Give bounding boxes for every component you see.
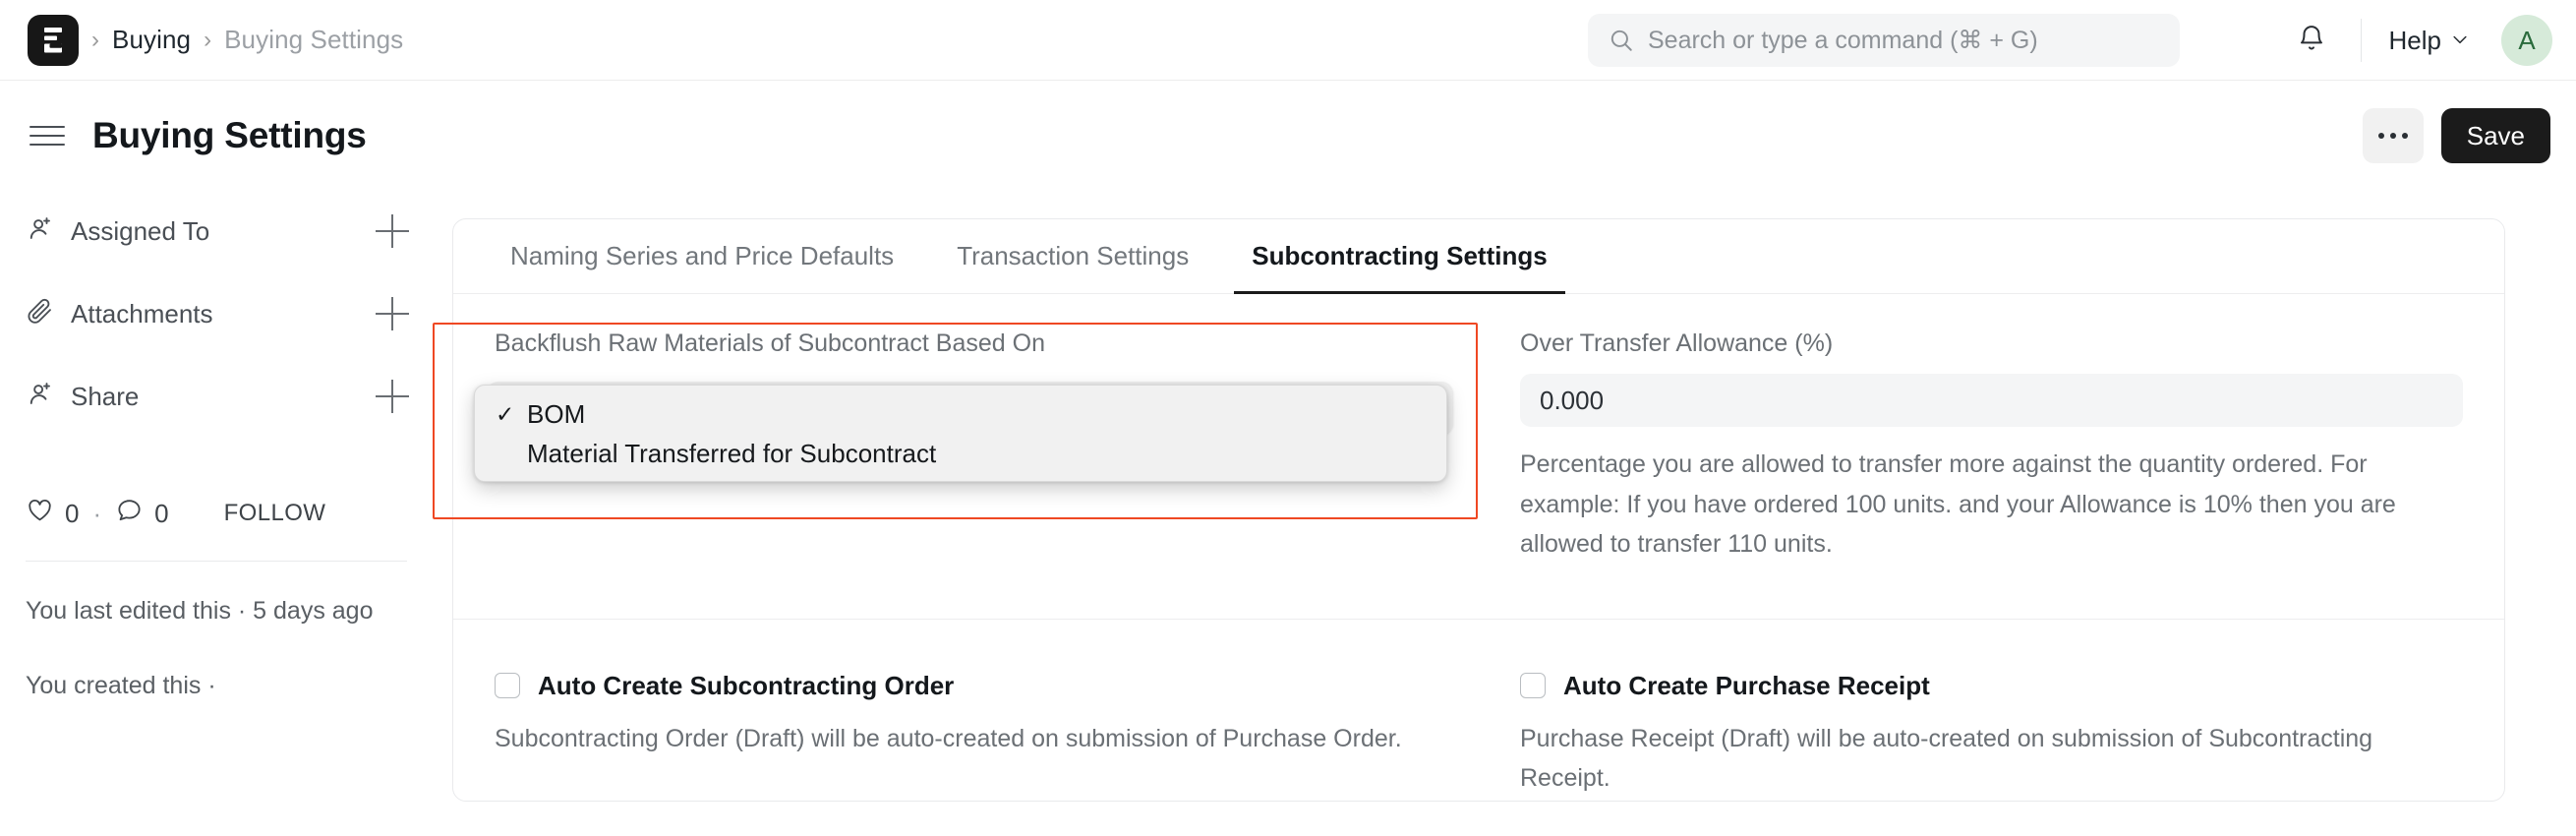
app-root: › Buying › Buying Settings Search or typ…: [0, 0, 2576, 836]
over-transfer-input[interactable]: 0.000: [1520, 374, 2463, 427]
user-plus-icon: [26, 380, 55, 414]
sidebar-created-note: You created this ·: [26, 671, 216, 699]
section-divider: [453, 619, 2504, 620]
auto-purchase-receipt-label: Auto Create Purchase Receipt: [1563, 670, 1930, 700]
follow-button[interactable]: FOLLOW: [224, 500, 326, 527]
auto-subcontracting-order-label: Auto Create Subcontracting Order: [538, 670, 955, 700]
dropdown-option-bom[interactable]: ✓ BOM: [475, 394, 1446, 434]
search-input[interactable]: [1648, 26, 2159, 55]
page-title: Buying Settings: [92, 115, 367, 155]
auto-purchase-receipt-help: Purchase Receipt (Draft) will be auto-cr…: [1520, 724, 2373, 793]
sidebar-item-attachments-left: Attachments: [26, 297, 213, 331]
notifications-button[interactable]: [2284, 13, 2339, 68]
auto-purchase-receipt-checkbox[interactable]: [1520, 673, 1546, 698]
more-actions-button[interactable]: [2362, 108, 2424, 163]
settings-card: Naming Series and Price Defaults Transac…: [452, 218, 2505, 802]
sidebar-item-label: Share: [71, 381, 140, 411]
erpnext-logo-icon[interactable]: [28, 14, 79, 66]
sidebar-item-assigned-to-left: Assigned To: [26, 214, 209, 249]
comment-icon: [115, 496, 144, 531]
dropdown-option-label: Material Transferred for Subcontract: [527, 438, 937, 468]
avatar[interactable]: A: [2501, 15, 2552, 66]
stat-separator: ·: [92, 498, 102, 528]
comment-stat[interactable]: 0: [115, 496, 169, 531]
paperclip-icon: [26, 297, 55, 331]
tab-naming-series-and-price-defaults[interactable]: Naming Series and Price Defaults: [493, 218, 911, 293]
auto-purchase-receipt-row[interactable]: Auto Create Purchase Receipt: [1520, 671, 2463, 701]
breadcrumb-separator-2: ›: [204, 26, 212, 53]
over-transfer-label: Over Transfer Allowance (%): [1520, 329, 1834, 357]
over-transfer-cell: Over Transfer Allowance (%) 0.000 Percen…: [1479, 294, 2504, 565]
navbar-right: Help A: [2284, 0, 2552, 81]
sidebar: Assigned To Attachments Share 0 · 0 FOLL…: [0, 207, 433, 704]
plus-icon[interactable]: [376, 380, 409, 413]
settings-row-bottom: Auto Create Subcontracting Order Subcont…: [453, 635, 2504, 799]
avatar-initial: A: [2518, 25, 2536, 55]
auto-subcontracting-order-cell: Auto Create Subcontracting Order Subcont…: [453, 635, 1479, 799]
sidebar-item-attachments[interactable]: Attachments: [26, 289, 409, 338]
sidebar-last-edited-note: You last edited this · 5 days ago: [26, 597, 374, 625]
heart-icon: [26, 496, 54, 531]
like-count: 0: [65, 498, 80, 528]
search-icon: [1609, 28, 1634, 53]
sidebar-item-share[interactable]: Share: [26, 372, 409, 421]
save-button[interactable]: Save: [2440, 108, 2550, 163]
auto-subcontracting-order-checkbox[interactable]: [495, 673, 520, 698]
sidebar-item-assigned-to[interactable]: Assigned To: [26, 207, 409, 256]
bell-icon: [2297, 24, 2326, 58]
ellipsis-icon-dot: [2401, 133, 2408, 139]
sidebar-item-label: Assigned To: [71, 215, 210, 246]
tab-bar: Naming Series and Price Defaults Transac…: [453, 219, 2504, 294]
chevron-down-icon: [2450, 26, 2470, 56]
plus-icon[interactable]: [376, 214, 409, 248]
sidebar-stats: 0 · 0 FOLLOW: [26, 492, 409, 535]
dropdown-option-material-transferred[interactable]: Material Transferred for Subcontract: [475, 434, 1446, 473]
plus-icon[interactable]: [376, 297, 409, 330]
over-transfer-help: Percentage you are allowed to transfer m…: [1520, 450, 2396, 558]
breadcrumb-buying[interactable]: Buying: [112, 25, 191, 55]
comment-count: 0: [154, 498, 169, 528]
auto-subcontracting-order-help: Subcontracting Order (Draft) will be aut…: [495, 724, 1402, 752]
sidebar-item-label: Attachments: [71, 298, 213, 328]
breadcrumb-separator-1: ›: [91, 26, 99, 53]
page-header: Buying Settings Save: [0, 81, 2576, 191]
hamburger-menu-icon[interactable]: [29, 126, 65, 146]
dropdown-option-label: BOM: [527, 398, 586, 429]
navbar: › Buying › Buying Settings Search or typ…: [0, 0, 2576, 81]
tab-transaction-settings[interactable]: Transaction Settings: [939, 218, 1206, 293]
help-label: Help: [2388, 25, 2441, 55]
breadcrumb-buying-settings[interactable]: Buying Settings: [224, 25, 403, 55]
ellipsis-icon-dot: [2389, 133, 2396, 139]
like-stat[interactable]: 0: [26, 496, 79, 531]
ellipsis-icon-dot: [2377, 133, 2384, 139]
auto-subcontracting-order-row[interactable]: Auto Create Subcontracting Order: [495, 671, 1437, 701]
search-bar[interactable]: [1588, 14, 2180, 67]
help-menu-button[interactable]: Help: [2383, 20, 2476, 62]
tab-subcontracting-settings[interactable]: Subcontracting Settings: [1234, 218, 1566, 294]
auto-purchase-receipt-cell: Auto Create Purchase Receipt Purchase Re…: [1479, 635, 2504, 799]
user-plus-icon: [26, 214, 55, 249]
navbar-divider: [2360, 19, 2362, 62]
checkmark-icon: ✓: [496, 400, 515, 427]
page-header-actions: Save: [2362, 108, 2550, 163]
sidebar-divider: [26, 561, 407, 562]
navbar-left: › Buying › Buying Settings: [0, 14, 403, 66]
sidebar-item-share-left: Share: [26, 380, 139, 414]
backflush-select-dropdown[interactable]: ✓ BOM Material Transferred for Subcontra…: [474, 385, 1447, 482]
backflush-label: Backflush Raw Materials of Subcontract B…: [495, 329, 1045, 357]
